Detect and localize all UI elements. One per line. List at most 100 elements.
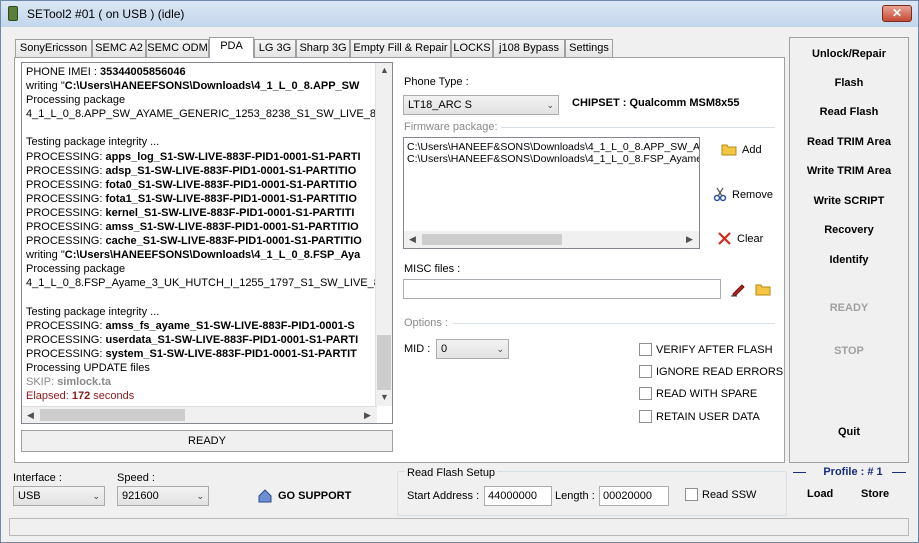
log-line-prefix: Processing UPDATE files xyxy=(26,361,150,374)
clear-button[interactable]: Clear xyxy=(717,231,763,246)
add-button[interactable]: Add xyxy=(721,143,762,156)
profile-label: Profile : # 1 xyxy=(823,466,883,478)
load-button[interactable]: Load xyxy=(807,488,833,500)
ignore-read-errors-checkbox[interactable]: IGNORE READ ERRORS xyxy=(639,365,783,378)
start-address-input[interactable]: 44000000 xyxy=(484,486,552,506)
read-ssw-checkbox[interactable]: Read SSW xyxy=(685,488,756,501)
log-line-value: adsp_S1-SW-LIVE-883F-PID1-0001-S1-PARTIT… xyxy=(105,164,357,177)
log-box[interactable]: PHONE IMEI : 35344005856046 writing "C:\U… xyxy=(21,62,393,424)
log-line-prefix: PROCESSING: xyxy=(26,235,106,248)
quit-button[interactable]: Quit xyxy=(790,426,908,438)
recovery-button[interactable]: Recovery xyxy=(790,224,908,236)
misc-files-label: MISC files : xyxy=(404,263,461,275)
firmware-file-2[interactable]: C:\Users\HANEEF&SONS\Downloads\4_1_L_0_8… xyxy=(407,153,699,165)
ready-button[interactable]: READY xyxy=(790,302,908,314)
pen-edit-icon[interactable] xyxy=(730,281,747,297)
write-script-button[interactable]: Write SCRIPT xyxy=(790,195,908,207)
mid-label: MID : xyxy=(404,343,431,355)
log-line: Processing UPDATE files xyxy=(26,361,376,375)
firmware-divider xyxy=(501,127,775,128)
read-with-spare-label: READ WITH SPARE xyxy=(656,387,758,400)
log-horizontal-scrollbar[interactable]: ◀ ▶ xyxy=(22,406,377,423)
speed-select[interactable]: 921600 ⌄ xyxy=(117,486,209,506)
scroll-right-icon[interactable]: ▶ xyxy=(364,410,371,421)
log-line-value: kernel_S1-SW-LIVE-883F-PID1-0001-S1-PART… xyxy=(105,206,355,219)
log-line: PROCESSING: amss_fs_ayame_S1-SW-LIVE-883… xyxy=(26,319,376,333)
tab-sharp-3g[interactable]: Sharp 3G xyxy=(296,39,350,57)
log-line: PROCESSING: amss_S1-SW-LIVE-883F-PID1-00… xyxy=(26,220,376,234)
checkbox-box[interactable] xyxy=(685,488,698,501)
scroll-up-icon[interactable]: ▲ xyxy=(380,65,389,75)
folder-open-icon[interactable] xyxy=(755,283,772,296)
checkbox-box[interactable] xyxy=(639,410,652,423)
read-flash-setup-title: Read Flash Setup xyxy=(405,467,498,479)
firmware-file-1[interactable]: C:\Users\HANEEF&SONS\Downloads\4_1_L_0_8… xyxy=(407,141,699,153)
checkbox-box[interactable] xyxy=(639,365,652,378)
log-line-prefix: PROCESSING: xyxy=(26,206,106,219)
interface-select[interactable]: USB ⌄ xyxy=(13,486,105,506)
log-line-prefix: 4_1_L_0_8.APP_SW_AYAME_GENERIC_1253_8238… xyxy=(26,108,376,121)
log-line-prefix: Elapsed: xyxy=(26,390,72,403)
write-trim-area-button[interactable]: Write TRIM Area xyxy=(790,165,908,177)
length-input[interactable]: 00020000 xyxy=(599,486,669,506)
scroll-left-icon[interactable]: ◀ xyxy=(27,410,34,421)
add-label: Add xyxy=(742,143,762,156)
log-line: Testing package integrity ... xyxy=(26,305,376,319)
checkbox-box[interactable] xyxy=(639,387,652,400)
chevron-down-icon: ⌄ xyxy=(92,491,100,501)
phone-type-select[interactable]: LT18_ARC S ⌄ xyxy=(403,95,559,115)
tab-empty-fill-repair[interactable]: Empty Fill & Repair xyxy=(350,39,451,57)
tab-locks[interactable]: LOCKS xyxy=(451,39,493,57)
phone-type-value: LT18_ARC S xyxy=(408,99,472,111)
log-line: PROCESSING: cache_S1-SW-LIVE-883F-PID1-0… xyxy=(26,234,376,248)
firmware-list[interactable]: C:\Users\HANEEF&SONS\Downloads\4_1_L_0_8… xyxy=(403,137,700,249)
firmware-package-label: Firmware package: xyxy=(404,121,498,133)
close-button[interactable]: ✕ xyxy=(882,5,912,22)
tab-pda[interactable]: PDA xyxy=(209,37,254,58)
tab-semc-odm[interactable]: SEMC ODM xyxy=(146,39,209,57)
log-line: 4_1_L_0_8.APP_SW_AYAME_GENERIC_1253_8238… xyxy=(26,107,376,121)
read-flash-button[interactable]: Read Flash xyxy=(790,106,908,118)
log-line-prefix: PROCESSING: xyxy=(26,221,106,234)
log-line: Testing package integrity ... xyxy=(26,135,376,149)
status-bar xyxy=(9,518,909,536)
tab-j108-bypass[interactable]: j108 Bypass xyxy=(493,39,565,57)
log-line-prefix: PROCESSING: xyxy=(26,150,106,163)
read-ssw-label: Read SSW xyxy=(702,488,757,501)
firmware-hscroll[interactable]: ◀ ▶ xyxy=(404,231,699,248)
stop-button[interactable]: STOP xyxy=(790,345,908,357)
log-line: PROCESSING: system_S1-SW-LIVE-883F-PID1-… xyxy=(26,347,376,361)
flash-button[interactable]: Flash xyxy=(790,77,908,89)
scroll-left-icon[interactable]: ◀ xyxy=(409,234,416,245)
tab-lg-3g[interactable]: LG 3G xyxy=(254,39,296,57)
mid-select[interactable]: 0 ⌄ xyxy=(436,339,509,359)
log-line-value: fota1_S1-SW-LIVE-883F-PID1-0001-S1-PARTI… xyxy=(105,192,357,205)
tab-semc-a2[interactable]: SEMC A2 xyxy=(92,39,146,57)
chevron-down-icon: ⌄ xyxy=(196,491,204,501)
log-vscroll-thumb[interactable] xyxy=(377,335,391,390)
log-line: PROCESSING: fota0_S1-SW-LIVE-883F-PID1-0… xyxy=(26,178,376,192)
scroll-right-icon[interactable]: ▶ xyxy=(686,234,693,245)
support-house-icon[interactable] xyxy=(258,489,272,503)
retain-user-data-checkbox[interactable]: RETAIN USER DATA xyxy=(639,410,760,423)
log-vertical-scrollbar[interactable]: ▲ ▼ xyxy=(375,63,392,406)
checkbox-box[interactable] xyxy=(639,343,652,356)
tab-sonyericsson[interactable]: SonyEricsson xyxy=(15,39,92,57)
tab-settings[interactable]: Settings xyxy=(565,39,613,57)
log-line: Elapsed: 172 seconds xyxy=(26,389,376,403)
log-line: Processing package xyxy=(26,93,376,107)
read-trim-area-button[interactable]: Read TRIM Area xyxy=(790,136,908,148)
firmware-hscroll-thumb[interactable] xyxy=(422,234,562,245)
read-with-spare-checkbox[interactable]: READ WITH SPARE xyxy=(639,387,757,400)
scroll-down-icon[interactable]: ▼ xyxy=(380,392,389,402)
store-button[interactable]: Store xyxy=(861,488,889,500)
remove-button[interactable]: Remove xyxy=(713,187,773,202)
verify-after-flash-checkbox[interactable]: VERIFY AFTER FLASH xyxy=(639,343,773,356)
go-support-button[interactable]: GO SUPPORT xyxy=(278,490,351,502)
log-hscroll-thumb[interactable] xyxy=(40,409,185,421)
misc-files-input[interactable] xyxy=(403,279,721,299)
unlock-repair-button[interactable]: Unlock/Repair xyxy=(790,48,908,60)
identify-button[interactable]: Identify xyxy=(790,254,908,266)
clear-label: Clear xyxy=(737,232,764,245)
log-line-value: userdata_S1-SW-LIVE-883F-PID1-0001-S1-PA… xyxy=(105,333,359,346)
